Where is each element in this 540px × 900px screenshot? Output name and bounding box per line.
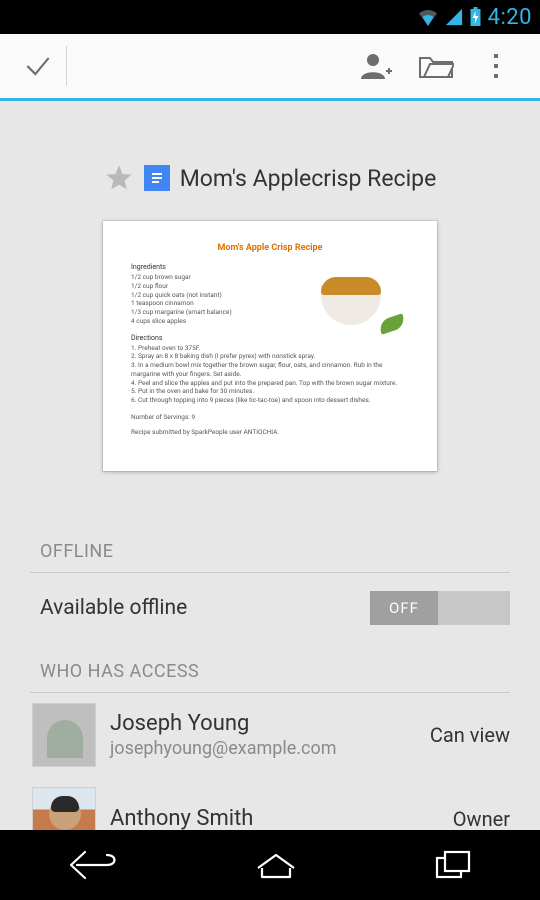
offline-row: Available offline OFF [0, 573, 540, 643]
offline-section-header: OFFLINE [40, 541, 500, 562]
back-button[interactable] [67, 848, 119, 882]
status-bar: 4:20 [0, 0, 540, 34]
preview-image [311, 267, 411, 337]
separator [66, 46, 67, 86]
access-list: Joseph Young josephyoung@example.com Can… [0, 693, 540, 830]
person-row[interactable]: Joseph Young josephyoung@example.com Can… [0, 693, 540, 777]
offline-toggle[interactable]: OFF [370, 591, 510, 625]
wifi-icon [417, 8, 439, 26]
person-email: josephyoung@example.com [110, 738, 416, 759]
avatar [32, 787, 96, 830]
star-icon[interactable] [104, 163, 134, 193]
done-button[interactable] [14, 42, 62, 90]
document-title-row: Mom's Applecrisp Recipe [0, 163, 540, 193]
offline-toggle-state: OFF [370, 591, 438, 625]
person-role: Owner [453, 807, 510, 830]
offline-label: Available offline [40, 596, 370, 620]
content: Mom's Applecrisp Recipe Mom's Apple Cris… [0, 101, 540, 830]
preview-title: Mom's Apple Crisp Recipe [131, 243, 409, 253]
home-button[interactable] [254, 850, 298, 880]
clock: 4:20 [488, 5, 532, 30]
docs-icon [144, 165, 170, 191]
signal-icon [445, 8, 463, 26]
document-title: Mom's Applecrisp Recipe [180, 165, 437, 192]
document-preview[interactable]: Mom's Apple Crisp Recipe Ingredients 1/2… [103, 221, 437, 471]
person-name: Joseph Young [110, 711, 416, 736]
battery-icon [469, 7, 482, 27]
action-bar [0, 34, 540, 98]
nav-bar [0, 830, 540, 900]
avatar [32, 703, 96, 767]
recent-apps-button[interactable] [433, 849, 473, 881]
person-row[interactable]: Anthony Smith Owner [0, 777, 540, 830]
person-role: Can view [430, 723, 510, 747]
person-name: Anthony Smith [110, 806, 439, 831]
overflow-menu-button[interactable] [466, 42, 526, 90]
add-person-button[interactable] [346, 42, 406, 90]
access-section-header: WHO HAS ACCESS [40, 661, 500, 682]
folder-button[interactable] [406, 42, 466, 90]
